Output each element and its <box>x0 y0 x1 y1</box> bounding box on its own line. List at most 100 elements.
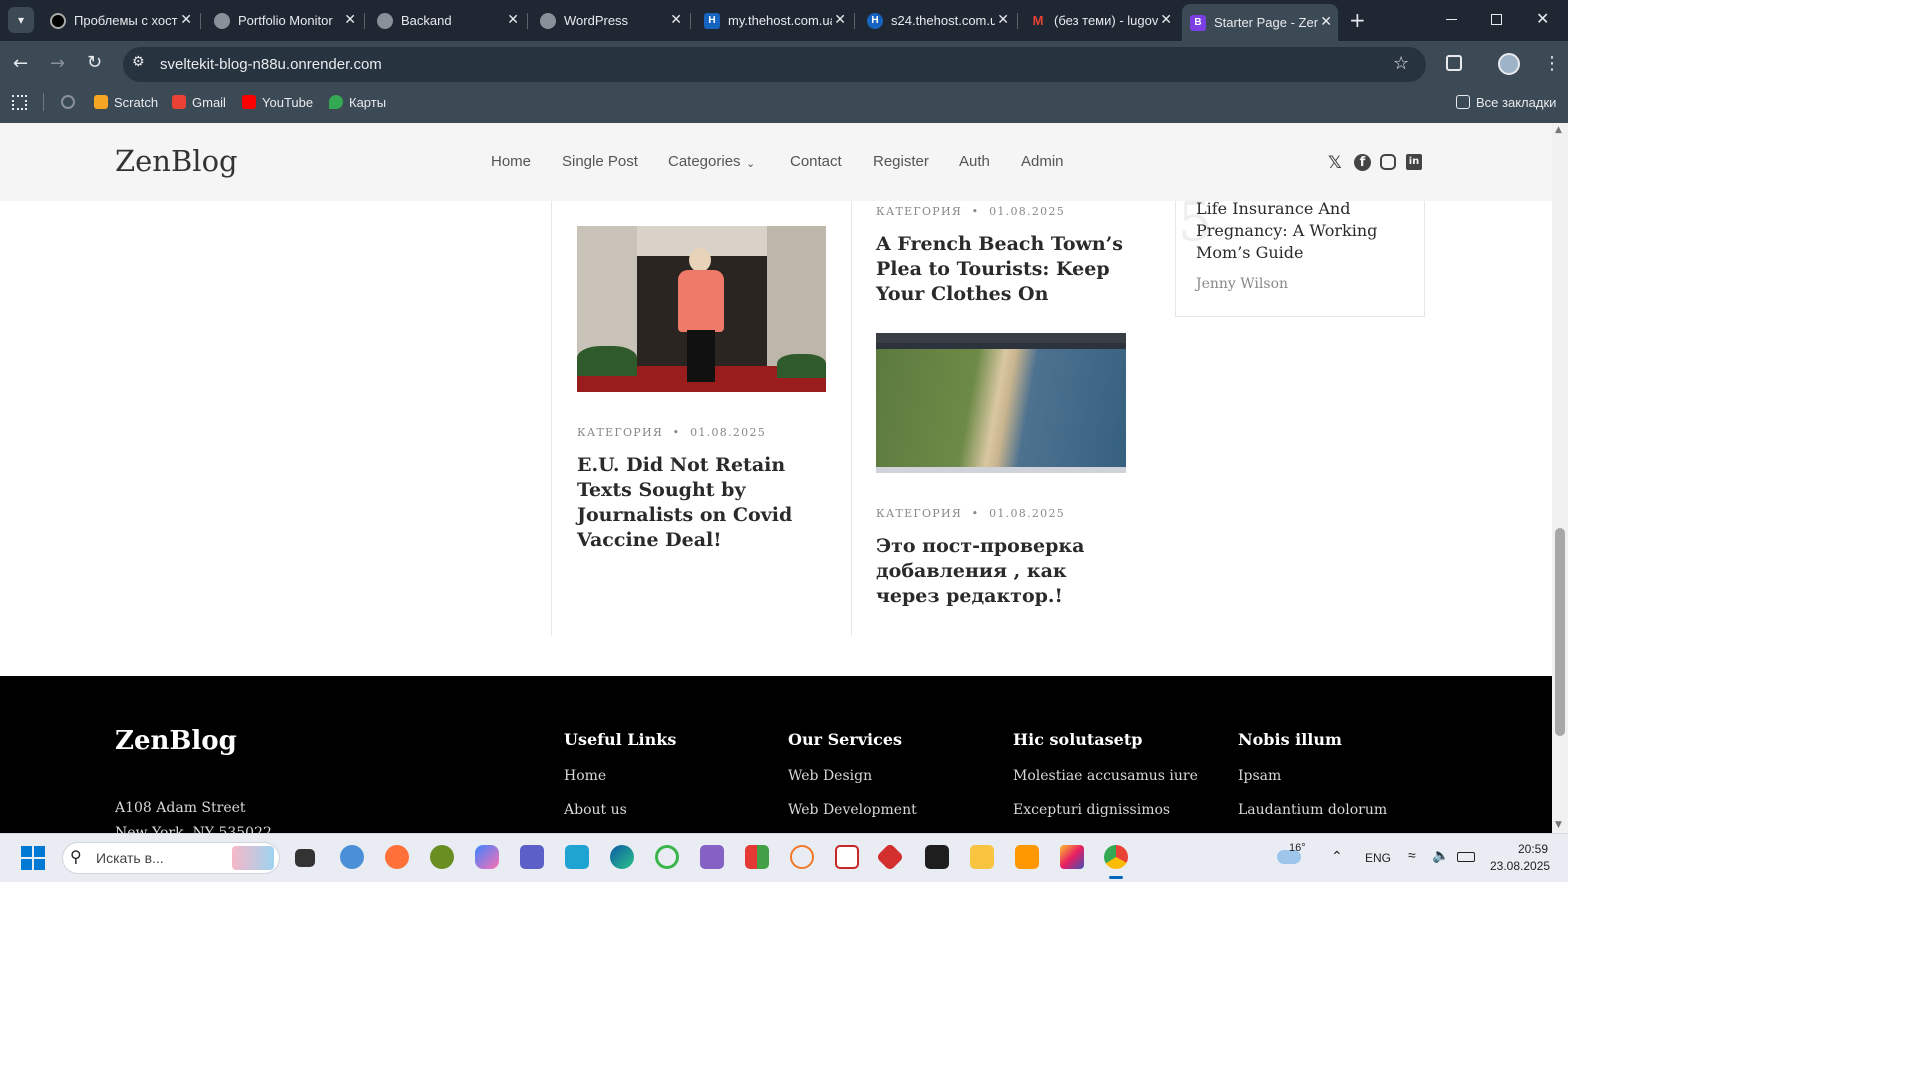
trending-post-title[interactable]: Life Insurance And Pregnancy: A Working … <box>1196 198 1396 264</box>
nav-contact[interactable]: Contact <box>790 153 842 170</box>
footer-link[interactable]: About us <box>564 802 627 818</box>
restore-window-icon[interactable] <box>1491 14 1502 25</box>
chevron-up-icon[interactable]: ⌃ <box>1331 848 1343 865</box>
task-view-icon[interactable] <box>295 849 315 867</box>
minimize-window-icon[interactable] <box>1446 19 1457 20</box>
footer-link[interactable]: Molestiae accusamus iure <box>1013 768 1198 784</box>
extensions-icon[interactable] <box>1446 55 1462 71</box>
post-title[interactable]: Это пост-проверка добавления , как через… <box>876 534 1126 609</box>
app-icon[interactable] <box>565 845 589 869</box>
footer-link[interactable]: Web Design <box>788 768 872 784</box>
nav-admin[interactable]: Admin <box>1021 153 1064 170</box>
close-tab-icon[interactable]: ✕ <box>834 11 846 28</box>
site-info-icon[interactable]: ⚙ <box>132 54 145 70</box>
bookmark-maps[interactable]: Карты <box>329 94 386 110</box>
post-title[interactable]: E.U. Did Not Retain Texts Sought by Jour… <box>577 453 827 553</box>
close-window-icon[interactable]: ✕ <box>1536 9 1549 28</box>
linkedin-icon[interactable]: in <box>1406 154 1422 170</box>
app-icon[interactable] <box>430 845 454 869</box>
bookmark-scratch[interactable]: Scratch <box>94 94 158 110</box>
scroll-down-arrow-icon[interactable]: ▼ <box>1555 820 1562 830</box>
nav-home[interactable]: Home <box>491 153 531 170</box>
folder-bookmark-icon[interactable] <box>61 95 75 109</box>
file-explorer-icon[interactable] <box>970 845 994 869</box>
scroll-up-arrow-icon[interactable]: ▲ <box>1555 125 1562 135</box>
browser-tab[interactable]: Проблемы с хостингом ✕ <box>42 6 198 35</box>
footer-link[interactable]: Ipsam <box>1238 768 1281 784</box>
post-image[interactable] <box>876 333 1126 473</box>
apps-grid-icon[interactable] <box>12 95 27 110</box>
nav-register[interactable]: Register <box>873 153 929 170</box>
post-category[interactable]: КАТЕГОРИЯ <box>876 507 962 520</box>
chrome-icon[interactable] <box>1104 845 1128 869</box>
app-icon[interactable] <box>655 845 679 869</box>
close-tab-icon[interactable]: ✕ <box>344 11 356 28</box>
sublime-icon[interactable] <box>1015 845 1039 869</box>
close-tab-icon[interactable]: ✕ <box>1320 13 1332 30</box>
battery-icon[interactable] <box>1457 852 1475 862</box>
scrollbar-thumb[interactable] <box>1555 528 1565 736</box>
search-icon: ⚲ <box>70 847 82 866</box>
all-bookmarks-button[interactable]: Все закладки <box>1456 94 1556 110</box>
app-icon[interactable] <box>1060 845 1084 869</box>
close-tab-icon[interactable]: ✕ <box>1160 11 1172 28</box>
nav-single-post[interactable]: Single Post <box>562 153 638 170</box>
browser-tab[interactable]: Backand ✕ <box>369 6 525 35</box>
post-category[interactable]: КАТЕГОРИЯ <box>577 426 663 439</box>
profile-avatar[interactable] <box>1498 53 1520 75</box>
bookmark-youtube[interactable]: YouTube <box>242 94 313 110</box>
post-title[interactable]: A French Beach Town’s Plea to Tourists: … <box>876 232 1126 307</box>
bookmark-gmail[interactable]: Gmail <box>172 94 226 110</box>
site-logo[interactable]: ZenBlog <box>115 144 238 178</box>
close-tab-icon[interactable]: ✕ <box>670 11 682 28</box>
input-language[interactable]: ENG <box>1365 851 1391 865</box>
clock-time[interactable]: 20:59 <box>1518 842 1548 856</box>
footer-link[interactable]: Web Development <box>788 802 917 818</box>
copilot-icon[interactable] <box>475 845 499 869</box>
nav-auth[interactable]: Auth <box>959 153 990 170</box>
weather-widget-icon[interactable] <box>340 845 364 869</box>
terminal-icon[interactable] <box>925 845 949 869</box>
instagram-icon[interactable] <box>1380 154 1396 170</box>
footer-logo[interactable]: ZenBlog <box>115 726 237 756</box>
teams-icon[interactable] <box>520 845 544 869</box>
wifi-icon[interactable]: ≈ <box>1408 847 1416 863</box>
edge-icon[interactable] <box>610 845 634 869</box>
footer-link[interactable]: Home <box>564 768 606 784</box>
volume-icon[interactable]: 🔈 <box>1432 847 1449 864</box>
tab-divider <box>690 13 691 29</box>
browser-tab[interactable]: H s24.thehost.com.ua ✕ <box>859 6 1015 35</box>
url-text[interactable]: sveltekit-blog-n88u.onrender.com <box>160 56 382 73</box>
post-meta: КАТЕГОРИЯ • 01.08.2025 <box>876 205 1066 218</box>
reload-icon[interactable]: ↻ <box>87 52 102 73</box>
browser-tab[interactable]: WordPress ✕ <box>532 6 688 35</box>
windows-start-icon[interactable] <box>21 846 45 870</box>
footer-link[interactable]: Laudantium dolorum <box>1238 802 1387 818</box>
close-tab-icon[interactable]: ✕ <box>507 11 519 28</box>
bookmark-star-icon[interactable]: ☆ <box>1393 53 1409 74</box>
tab-search-button[interactable]: ▾ <box>8 7 34 33</box>
jupyter-icon[interactable] <box>790 845 814 869</box>
browser-tab[interactable]: Portfolio Monitor ✕ <box>206 6 362 35</box>
app-icon[interactable] <box>835 845 859 869</box>
browser-tab-active[interactable]: B Starter Page - ZenBlog ✕ <box>1182 4 1338 41</box>
visual-studio-icon[interactable] <box>700 845 724 869</box>
chevron-down-icon[interactable]: ⌄ <box>746 157 755 170</box>
post-category[interactable]: КАТЕГОРИЯ <box>876 205 962 218</box>
footer-link[interactable]: Excepturi dignissimos <box>1013 802 1170 818</box>
forward-arrow-icon[interactable]: → <box>50 53 65 74</box>
nav-categories[interactable]: Categories <box>668 153 741 170</box>
browser-tab[interactable]: H my.thehost.com.ua ✕ <box>696 6 852 35</box>
app-icon[interactable] <box>745 845 769 869</box>
facebook-icon[interactable]: f <box>1354 154 1371 171</box>
firefox-icon[interactable] <box>385 845 409 869</box>
browser-tab[interactable]: M (без теми) - lugovoy ✕ <box>1022 6 1178 35</box>
clock-date[interactable]: 23.08.2025 <box>1490 859 1550 873</box>
post-image[interactable] <box>577 226 826 392</box>
back-arrow-icon[interactable]: ← <box>13 53 28 74</box>
new-tab-button[interactable]: + <box>1349 8 1366 32</box>
close-tab-icon[interactable]: ✕ <box>180 11 192 28</box>
close-tab-icon[interactable]: ✕ <box>997 11 1009 28</box>
browser-menu-icon[interactable]: ⋮ <box>1543 53 1561 74</box>
x-icon[interactable]: 𝕏 <box>1328 153 1342 173</box>
